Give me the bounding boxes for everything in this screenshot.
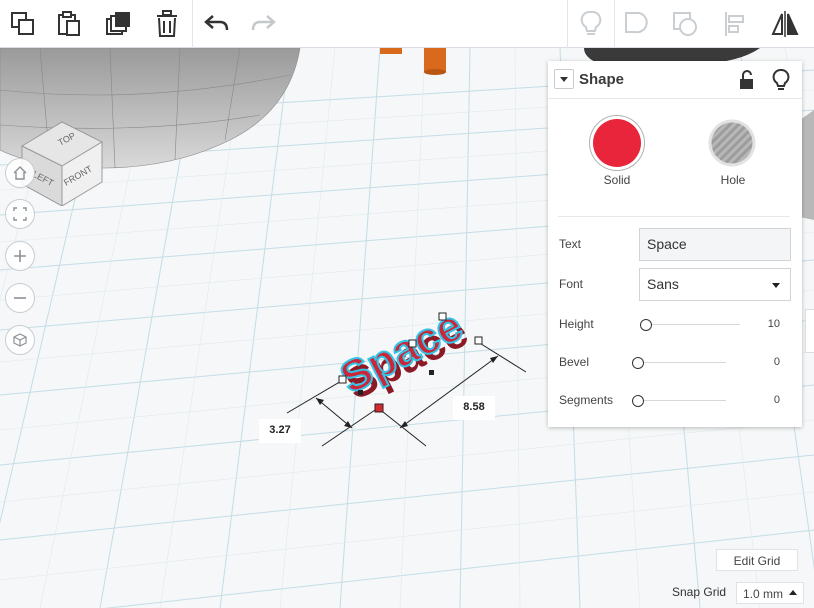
- selection-handle: [474, 336, 483, 345]
- shape-inspector-panel: Shape Solid Hole Text Space Font Sans He…: [548, 61, 802, 427]
- redo-button[interactable]: [245, 6, 281, 42]
- mirror-button[interactable]: [767, 6, 803, 42]
- group-button[interactable]: [619, 6, 655, 42]
- font-select[interactable]: Sans: [639, 268, 791, 301]
- panel-header: Shape: [548, 61, 802, 99]
- segments-slider-track[interactable]: [638, 400, 726, 401]
- toolbar-separator: [614, 0, 615, 48]
- undo-button[interactable]: [199, 6, 235, 42]
- align-button[interactable]: [717, 6, 753, 42]
- perspective-button[interactable]: [5, 325, 35, 355]
- height-slider-knob[interactable]: [640, 319, 652, 331]
- delete-button[interactable]: [149, 6, 185, 42]
- toolbar-separator: [192, 0, 193, 48]
- selection-handle-origin: [374, 403, 384, 413]
- snap-grid-select[interactable]: 1.0 mm: [736, 582, 804, 604]
- bevel-property-label: Bevel: [559, 355, 590, 369]
- collapse-panel-button[interactable]: [554, 69, 574, 89]
- solid-label: Solid: [603, 173, 631, 187]
- undo-icon: [204, 15, 229, 31]
- group-icon: [625, 12, 648, 34]
- snap-grid-label: Snap Grid: [672, 585, 727, 599]
- segments-slider-knob[interactable]: [632, 395, 644, 407]
- height-property-label: Height: [559, 317, 594, 331]
- fit-view-button[interactable]: [5, 199, 35, 229]
- orange-cylinder: [424, 48, 446, 72]
- chevron-down-icon: [772, 283, 780, 288]
- duplicate-icon: [106, 12, 130, 35]
- orange-cylinder: [380, 48, 402, 54]
- lightbulb-icon[interactable]: [771, 69, 791, 91]
- trash-icon: [157, 10, 177, 37]
- show-all-button[interactable]: [573, 6, 609, 42]
- home-icon: [13, 166, 27, 180]
- height-value[interactable]: 10: [750, 318, 780, 330]
- panel-divider: [558, 216, 790, 217]
- fit-icon: [13, 207, 27, 221]
- duplicate-button[interactable]: [100, 6, 136, 42]
- zoom-in-button[interactable]: [5, 241, 35, 271]
- length-dimension-label[interactable]: 8.58: [453, 396, 495, 420]
- selection-handle: [358, 390, 363, 395]
- ungroup-icon: [673, 12, 697, 36]
- home-view-button[interactable]: [5, 158, 35, 188]
- lightbulb-icon: [580, 10, 602, 35]
- hole-label: Hole: [720, 173, 746, 187]
- text-input[interactable]: Space: [639, 228, 791, 261]
- selection-handle: [408, 339, 417, 348]
- view-cube[interactable]: TOP LEFT FRONT: [18, 116, 108, 206]
- bevel-value[interactable]: 0: [750, 356, 780, 368]
- main-toolbar: [0, 0, 814, 48]
- font-select-value: Sans: [647, 276, 679, 292]
- solid-swatch[interactable]: [593, 119, 641, 167]
- selection-handle: [429, 370, 434, 375]
- height-slider-track[interactable]: [646, 324, 740, 325]
- toolbar-separator: [567, 0, 568, 48]
- redo-icon: [251, 15, 276, 31]
- zoom-in-icon: [14, 250, 26, 262]
- edit-grid-button[interactable]: Edit Grid: [716, 549, 798, 571]
- caret-down-icon: [560, 77, 568, 82]
- paste-icon: [58, 11, 80, 36]
- bevel-slider-knob[interactable]: [632, 357, 644, 369]
- zoom-out-button[interactable]: [5, 283, 35, 313]
- text-property-label: Text: [559, 237, 582, 251]
- bevel-slider-track[interactable]: [638, 362, 726, 363]
- ungroup-button[interactable]: [667, 6, 703, 42]
- zoom-out-icon: [14, 297, 26, 299]
- chevron-up-icon: [789, 590, 797, 595]
- copy-button[interactable]: [5, 6, 41, 42]
- side-panel-tab[interactable]: [805, 309, 814, 353]
- segments-property-label: Segments: [559, 393, 614, 407]
- perspective-icon: [13, 333, 27, 347]
- align-icon: [725, 12, 744, 36]
- space-text-object: Space Space: [332, 300, 476, 410]
- font-property-label: Font: [559, 277, 584, 291]
- width-dimension-label[interactable]: 3.27: [259, 419, 301, 443]
- segments-value[interactable]: 0: [750, 394, 780, 406]
- selection-handle: [338, 375, 347, 384]
- selection-handle: [438, 312, 447, 321]
- hole-swatch[interactable]: [708, 119, 756, 167]
- mirror-icon: [771, 11, 799, 37]
- lock-icon[interactable]: [737, 70, 757, 90]
- panel-title: Shape: [579, 71, 625, 88]
- snap-grid-value: 1.0 mm: [743, 587, 784, 601]
- copy-icon: [11, 12, 34, 35]
- paste-button[interactable]: [51, 6, 87, 42]
